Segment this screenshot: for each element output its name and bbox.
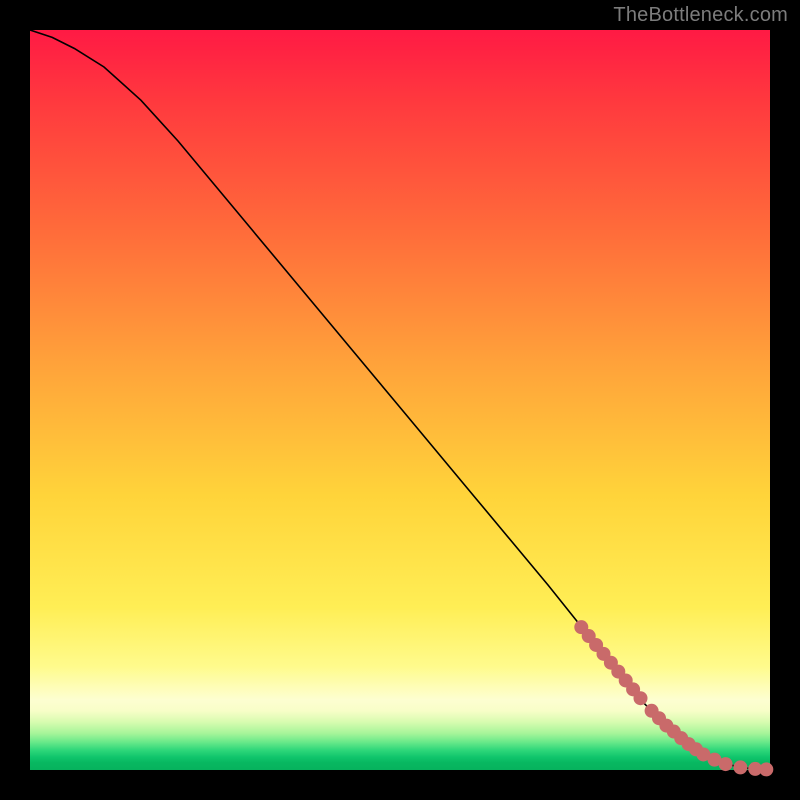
sample-markers-group	[574, 620, 773, 776]
plot-area	[30, 30, 770, 770]
sample-marker	[759, 762, 773, 776]
bottleneck-curve	[30, 30, 770, 770]
chart-frame: TheBottleneck.com	[0, 0, 800, 800]
sample-marker	[733, 760, 747, 774]
sample-marker	[634, 691, 648, 705]
watermark-text: TheBottleneck.com	[613, 4, 788, 27]
sample-marker	[719, 757, 733, 771]
chart-svg	[30, 30, 770, 770]
